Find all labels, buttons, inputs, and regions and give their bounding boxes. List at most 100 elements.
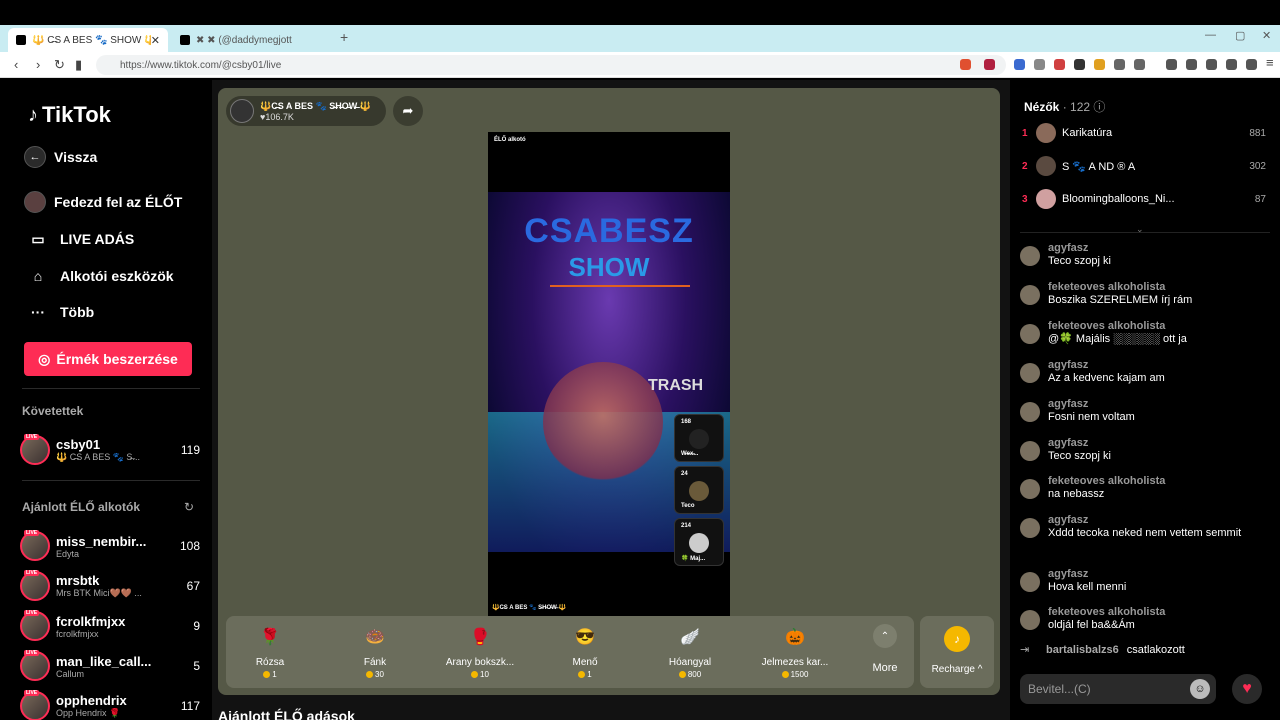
hls-extension-icon[interactable] [1054,59,1065,70]
host-info[interactable]: 🔱C̶S A BES 🐾 S̶H̶O̶W̶ 🔱 ♥106.7K [226,96,386,126]
chat-input[interactable] [1028,682,1190,696]
nav-explore-live[interactable]: Fedezd fel az ÉLŐT [24,187,204,217]
gift-name: Arany bokszk... [445,657,515,668]
recommended-creator-item[interactable]: LIVE fcrolkfmjxx fcrolkfmjxx 9 [20,608,200,644]
chat-message[interactable]: feketeoves alkoholista na nebassz [1020,475,1272,501]
chat-message[interactable]: feketeoves alkoholista oldjál fel ba&&Ám [1020,606,1272,632]
divider [1020,232,1270,233]
nav-more[interactable]: ··· Több [24,297,204,327]
chat-message[interactable]: agyfasz Fosni nem voltam [1020,398,1272,424]
gift-item-donut[interactable]: 🍩 Fánk 30 [323,624,427,684]
info-icon[interactable]: ⓘ [1093,100,1105,114]
nav-label: LIVE ADÁS [60,231,135,247]
gift-price: 10 [480,670,489,679]
gift-item-boxing-glove[interactable]: 🥊 Arany bokszk... 10 [428,624,532,684]
chat-message[interactable]: feketeoves alkoholista Boszika SZERELMEM … [1020,281,1272,307]
brave-shield-icon[interactable] [960,59,971,70]
guest-tile[interactable]: 168 W̶e̶x̶... [674,414,724,462]
heart-icon: ♥ [1242,680,1252,697]
rewards-icon[interactable] [984,59,995,70]
browser-tab[interactable]: ✖ ✖ (@daddymegjott [172,28,332,52]
translate-icon[interactable] [1014,59,1025,70]
get-coins-button[interactable]: ◎ Érmék beszerzése [24,342,192,376]
chat-message[interactable]: agyfasz Xddd tecoka neked nem vettem semm… [1020,514,1272,540]
guest-tile[interactable]: 214 🍀 Maj... [674,518,724,566]
share-button[interactable]: ➦ [393,96,423,126]
reload-icon[interactable]: ↻ [54,57,65,73]
extension-icon[interactable] [1094,59,1105,70]
extension-icon[interactable] [1134,59,1145,70]
recharge-button[interactable]: ♪ Recharge ^ [920,616,994,688]
video-camera-icon: ▭ [31,230,45,247]
maximize-icon[interactable]: ▢ [1235,29,1245,42]
chevron-down-icon[interactable]: ⌄ [1136,224,1144,235]
gift-price: 1500 [790,670,809,679]
nav-live-studio[interactable]: ▭ LIVE ADÁS [24,224,204,254]
recommended-creator-item[interactable]: LIVE mrsbtk Mrs BTK Mici🤎🤎 ... 67 [20,568,200,604]
chat-user: agyfasz [1048,398,1089,410]
extension-icon[interactable] [1074,59,1085,70]
sidebar-icon[interactable] [1186,59,1197,70]
join-icon: ⇥ [1020,644,1030,656]
emoji-icon[interactable]: ☺ [1190,679,1210,699]
top-viewer-row[interactable]: 1 Karikatúra 881 [1022,120,1266,146]
followed-title: Követettek [22,404,84,418]
viewer-score: 881 [1249,127,1266,139]
followed-creator-item[interactable]: LIVE csby01 🔱 C̶S A BES 🐾 S̶... 119 [20,432,200,468]
chat-message[interactable]: agyfasz Teco szopj ki [1020,242,1272,268]
gift-item-cool[interactable]: 😎 Menő 1 [533,624,637,684]
chat-message[interactable]: feketeoves alkoholista @🍀 Majális ░░░░░░ … [1020,320,1272,346]
forward-arrow-icon[interactable]: › [36,57,40,72]
chat-message[interactable]: agyfasz Az a kedvenc kajam am [1020,359,1272,385]
creator-name: man_like_call... [56,653,152,669]
gift-item-snow-angel[interactable]: 🪽 Hóangyal 800 [638,624,742,684]
chat-message[interactable]: agyfasz Teco szopj ki [1020,437,1272,463]
top-viewer-row[interactable]: 2 S 🐾 A ND ® A 302 [1022,153,1266,179]
guest-avatar [689,429,709,449]
recommended-creator-item[interactable]: LIVE man_like_call... Callum 5 [20,648,200,684]
like-heart-button[interactable]: ♥ [1232,674,1262,704]
tiktok-coin-icon: ♪ [944,626,970,652]
tiktok-note-icon: ♪ [28,103,38,126]
boxing-glove-icon: 🥊 [470,629,490,646]
bookmark-icon[interactable]: ▮ [75,57,82,73]
leo-icon[interactable] [1226,59,1237,70]
browser-tab-active[interactable]: 🔱 C̶S A BES 🐾 SHOW 🔱 (@ ✕ [8,28,168,52]
more-gifts-button[interactable]: ⌃ More [862,624,908,674]
live-tag: LIVE [24,530,40,536]
guest-tile[interactable]: 24 Teco [674,466,724,514]
wallet-icon[interactable] [1206,59,1217,70]
chat-message[interactable]: agyfasz Hova kell menni [1020,568,1272,594]
avatar [1020,324,1040,344]
recommended-creator-item[interactable]: LIVE opphendrix Opp Hendrix 🌹 117 [20,688,200,720]
close-window-icon[interactable]: ✕ [1262,29,1271,42]
new-tab-icon[interactable]: + [340,29,348,45]
back-arrow-icon[interactable]: ‹ [14,57,18,72]
vpn-icon[interactable] [1246,59,1257,70]
back-button[interactable]: ← Vissza [24,142,204,172]
guest-score: 24 [681,471,688,477]
live-tag: LIVE [24,570,40,576]
recommended-creator-item[interactable]: LIVE miss_nembir... Edyta 108 [20,528,200,564]
coin-icon [471,671,479,678]
address-bar[interactable]: https://www.tiktok.com/@csby01/live [96,55,1006,75]
minimize-icon[interactable]: — [1205,29,1216,41]
menu-icon[interactable]: ≡ [1266,55,1274,70]
live-tag: LIVE [24,690,40,696]
tiktok-logo[interactable]: ♪ TikTok [28,102,111,128]
close-tab-icon[interactable]: ✕ [151,34,160,47]
music-icon[interactable] [1166,59,1177,70]
chat-text: oldjál fel ba&&Ám [1048,619,1135,631]
nav-creator-tools[interactable]: ⌂ Alkotói eszközök [24,261,204,291]
viewer-name: Karikatúra [1062,127,1113,139]
refresh-icon[interactable]: ↻ [184,500,194,514]
joined-user[interactable]: bartalisbalzs6 [1046,644,1119,656]
extension-icon[interactable] [1034,59,1045,70]
creator-name: csby01 [56,437,101,452]
live-video[interactable]: ÉLŐ alkotó CSABESZ SHOW TRASH 168 W̶e̶x̶… [488,132,730,616]
gift-item-rose[interactable]: 🌹 Rózsa 1 [218,624,322,684]
chat-text: Xddd tecoka neked nem vettem semmit [1048,527,1242,539]
top-viewer-row[interactable]: 3 Bloomingballoons_Ni... 87 [1022,186,1266,212]
gift-item-costume[interactable]: 🎃 Jelmezes kar... 1500 [743,624,847,684]
puzzle-icon[interactable] [1114,59,1125,70]
